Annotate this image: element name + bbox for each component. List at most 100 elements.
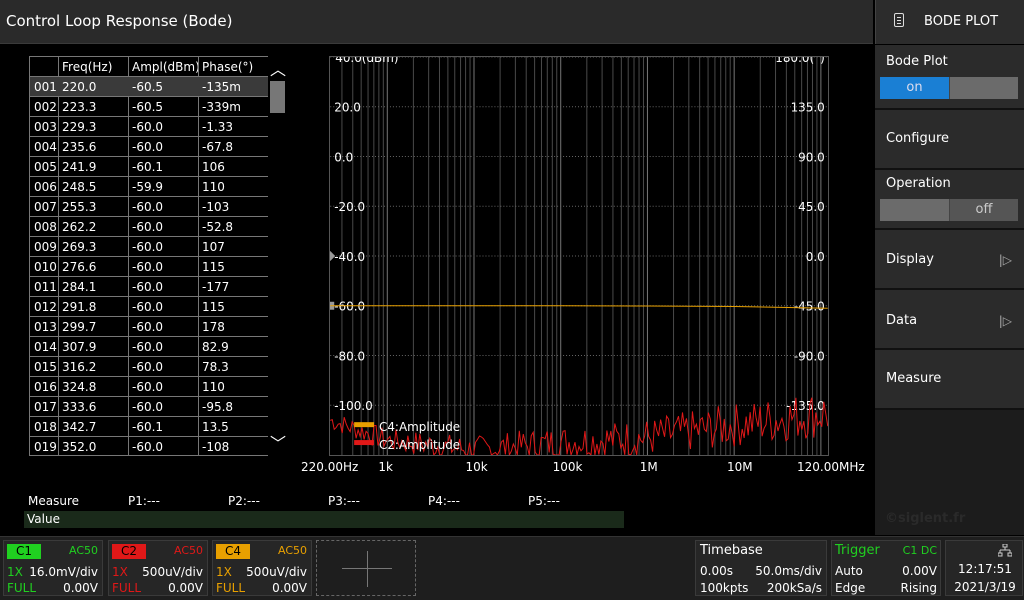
watermark: ©siglent.fr <box>885 511 966 526</box>
table-row[interactable]: 001 220.0 -60.5 -135m <box>30 77 268 97</box>
table-row[interactable]: 016 324.8 -60.0 110 <box>30 377 268 397</box>
row-ampl: -60.0 <box>132 120 164 134</box>
x-tick-label: 220.00Hz <box>301 460 359 474</box>
table-row[interactable]: 009 269.3 -60.0 107 <box>30 237 268 257</box>
row-phase: -177 <box>202 280 230 294</box>
trigger-box[interactable]: Trigger C1 DC Auto 0.00V Edge Rising <box>831 540 941 596</box>
row-index: 006 <box>34 180 57 194</box>
y-tick-label-left: -100.0 <box>334 399 372 413</box>
table-row[interactable]: 010 276.6 -60.0 115 <box>30 257 268 277</box>
table-row[interactable]: 013 299.7 -60.0 178 <box>30 317 268 337</box>
row-index: 005 <box>34 160 57 174</box>
table-row[interactable]: 019 352.0 -60.0 -108 <box>30 437 268 457</box>
channel-c4-box[interactable]: C4 AC50 1X 500uV/div FULL 0.00V <box>212 540 312 596</box>
operation-on[interactable] <box>880 199 949 221</box>
operation-off[interactable]: off <box>949 199 1018 221</box>
row-freq: 333.6 <box>62 400 97 414</box>
row-phase: -67.8 <box>202 140 234 154</box>
row-ampl: -60.0 <box>132 440 164 454</box>
table-row[interactable]: 011 284.1 -60.0 -177 <box>30 277 268 297</box>
row-index: 016 <box>34 380 57 394</box>
trigger-type: Edge <box>835 581 866 595</box>
timebase-box[interactable]: Timebase 0.00s 50.0ms/div 100kpts 200kSa… <box>695 540 827 596</box>
operation-label: Operation <box>886 176 951 191</box>
row-ampl: -60.0 <box>132 240 164 254</box>
channel-c1-box[interactable]: C1 AC50 1X 16.0mV/div FULL 0.00V <box>3 540 103 596</box>
row-freq: 291.8 <box>62 300 97 314</box>
row-freq: 284.1 <box>62 280 97 294</box>
row-index: 018 <box>34 420 57 434</box>
operation-toggle[interactable]: off <box>880 199 1018 221</box>
y-tick-label-right: 90.0 <box>798 150 825 164</box>
column-header-freq: Freq(Hz) <box>62 60 113 74</box>
table-row[interactable]: 007 255.3 -60.0 -103 <box>30 197 268 217</box>
y-tick-label-right: 0.0 <box>806 250 825 264</box>
y-tick-label-right: 135.0 <box>791 101 825 115</box>
scroll-thumb[interactable] <box>270 81 285 113</box>
table-row[interactable]: 008 262.2 -60.0 -52.8 <box>30 217 268 237</box>
channel-tag: C4 <box>216 544 250 559</box>
row-phase: 110 <box>202 180 225 194</box>
crosshair-icon <box>367 551 368 587</box>
table-row[interactable]: 005 241.9 -60.1 106 <box>30 157 268 177</box>
table-row[interactable]: 018 342.7 -60.1 13.5 <box>30 417 268 437</box>
table-scrollbar[interactable]: ︿ ﹀ <box>268 56 288 456</box>
clock-box[interactable]: 12:17:51 2021/3/19 <box>945 540 1023 596</box>
row-ampl: -60.0 <box>132 220 164 234</box>
scope-screen: Control Loop Response (Bode) BODE PLOT B… <box>0 0 1024 600</box>
legend-label: C2:Amplitude <box>379 438 460 452</box>
data-item[interactable]: Data |▷ <box>875 290 1024 350</box>
bode-plot-toggle[interactable]: on <box>880 77 1018 99</box>
channel-offset: 0.00V <box>168 581 203 595</box>
y-tick-label-right: -90.0 <box>794 349 825 363</box>
row-phase: -103 <box>202 200 230 214</box>
trigger-slope: Rising <box>900 581 937 595</box>
channel-coupling: AC50 <box>173 544 203 557</box>
add-channel-slot[interactable] <box>316 540 416 596</box>
table-row[interactable]: 015 316.2 -60.0 78.3 <box>30 357 268 377</box>
channel-probe: 1X <box>216 565 232 579</box>
configure-item[interactable]: Configure <box>875 110 1024 170</box>
channel-coupling: AC50 <box>68 544 98 557</box>
channel-probe: 1X <box>112 565 128 579</box>
table-row[interactable]: 012 291.8 -60.0 115 <box>30 297 268 317</box>
row-index: 019 <box>34 440 57 454</box>
timebase-delay: 0.00s <box>700 564 733 578</box>
bode-plot-chart[interactable]: 40.0(dBm) 20.0 0.0 -20.0 -40.0 -60.0 -80.0 -100… <box>329 56 829 456</box>
x-tick-label: 10M <box>726 460 753 474</box>
y-tick-label-left: 20.0 <box>334 101 361 115</box>
legend-swatch <box>354 440 375 446</box>
row-phase: 107 <box>202 240 225 254</box>
bode-plot-off[interactable] <box>949 77 1018 99</box>
table-row[interactable]: 003 229.3 -60.0 -1.33 <box>30 117 268 137</box>
row-index: 010 <box>34 260 57 274</box>
measure-p4: P4:--- <box>428 494 460 508</box>
channel-c2-box[interactable]: C2 AC50 1X 500uV/div FULL 0.00V <box>108 540 208 596</box>
row-freq: 316.2 <box>62 360 97 374</box>
x-tick-label: 1M <box>639 460 658 474</box>
row-phase: -95.8 <box>202 400 234 414</box>
measure-item[interactable]: Measure <box>875 350 1024 410</box>
bode-plot-toggle-item[interactable]: Bode Plot on <box>875 45 1024 110</box>
table-row[interactable]: 017 333.6 -60.0 -95.8 <box>30 397 268 417</box>
y-tick-label-left: -20.0 <box>334 200 365 214</box>
timebase-rate: 200kSa/s <box>766 581 822 595</box>
bode-data-table: Freq(Hz) Ampl(dBm) Phase(°) 001 220.0 -60.… <box>29 56 269 456</box>
bode-plot-menu-header[interactable]: BODE PLOT <box>875 0 1024 44</box>
chevron-down-icon[interactable]: ﹀ <box>268 430 288 454</box>
table-row[interactable]: 002 223.3 -60.5 -339m <box>30 97 268 117</box>
data-label: Data <box>886 313 918 328</box>
operation-toggle-item[interactable]: Operation off <box>875 170 1024 230</box>
display-label: Display <box>886 252 934 267</box>
row-freq: 307.9 <box>62 340 97 354</box>
row-ampl: -59.9 <box>132 180 164 194</box>
table-row[interactable]: 014 307.9 -60.0 82.9 <box>30 337 268 357</box>
table-row[interactable]: 006 248.5 -59.9 110 <box>30 177 268 197</box>
table-row[interactable]: 004 235.6 -60.0 -67.8 <box>30 137 268 157</box>
row-index: 011 <box>34 280 57 294</box>
bode-plot-on[interactable]: on <box>880 77 949 99</box>
measure-p2: P2:--- <box>228 494 260 508</box>
display-item[interactable]: Display |▷ <box>875 230 1024 290</box>
row-ampl: -60.0 <box>132 280 164 294</box>
chevron-up-icon[interactable]: ︿ <box>268 56 288 80</box>
